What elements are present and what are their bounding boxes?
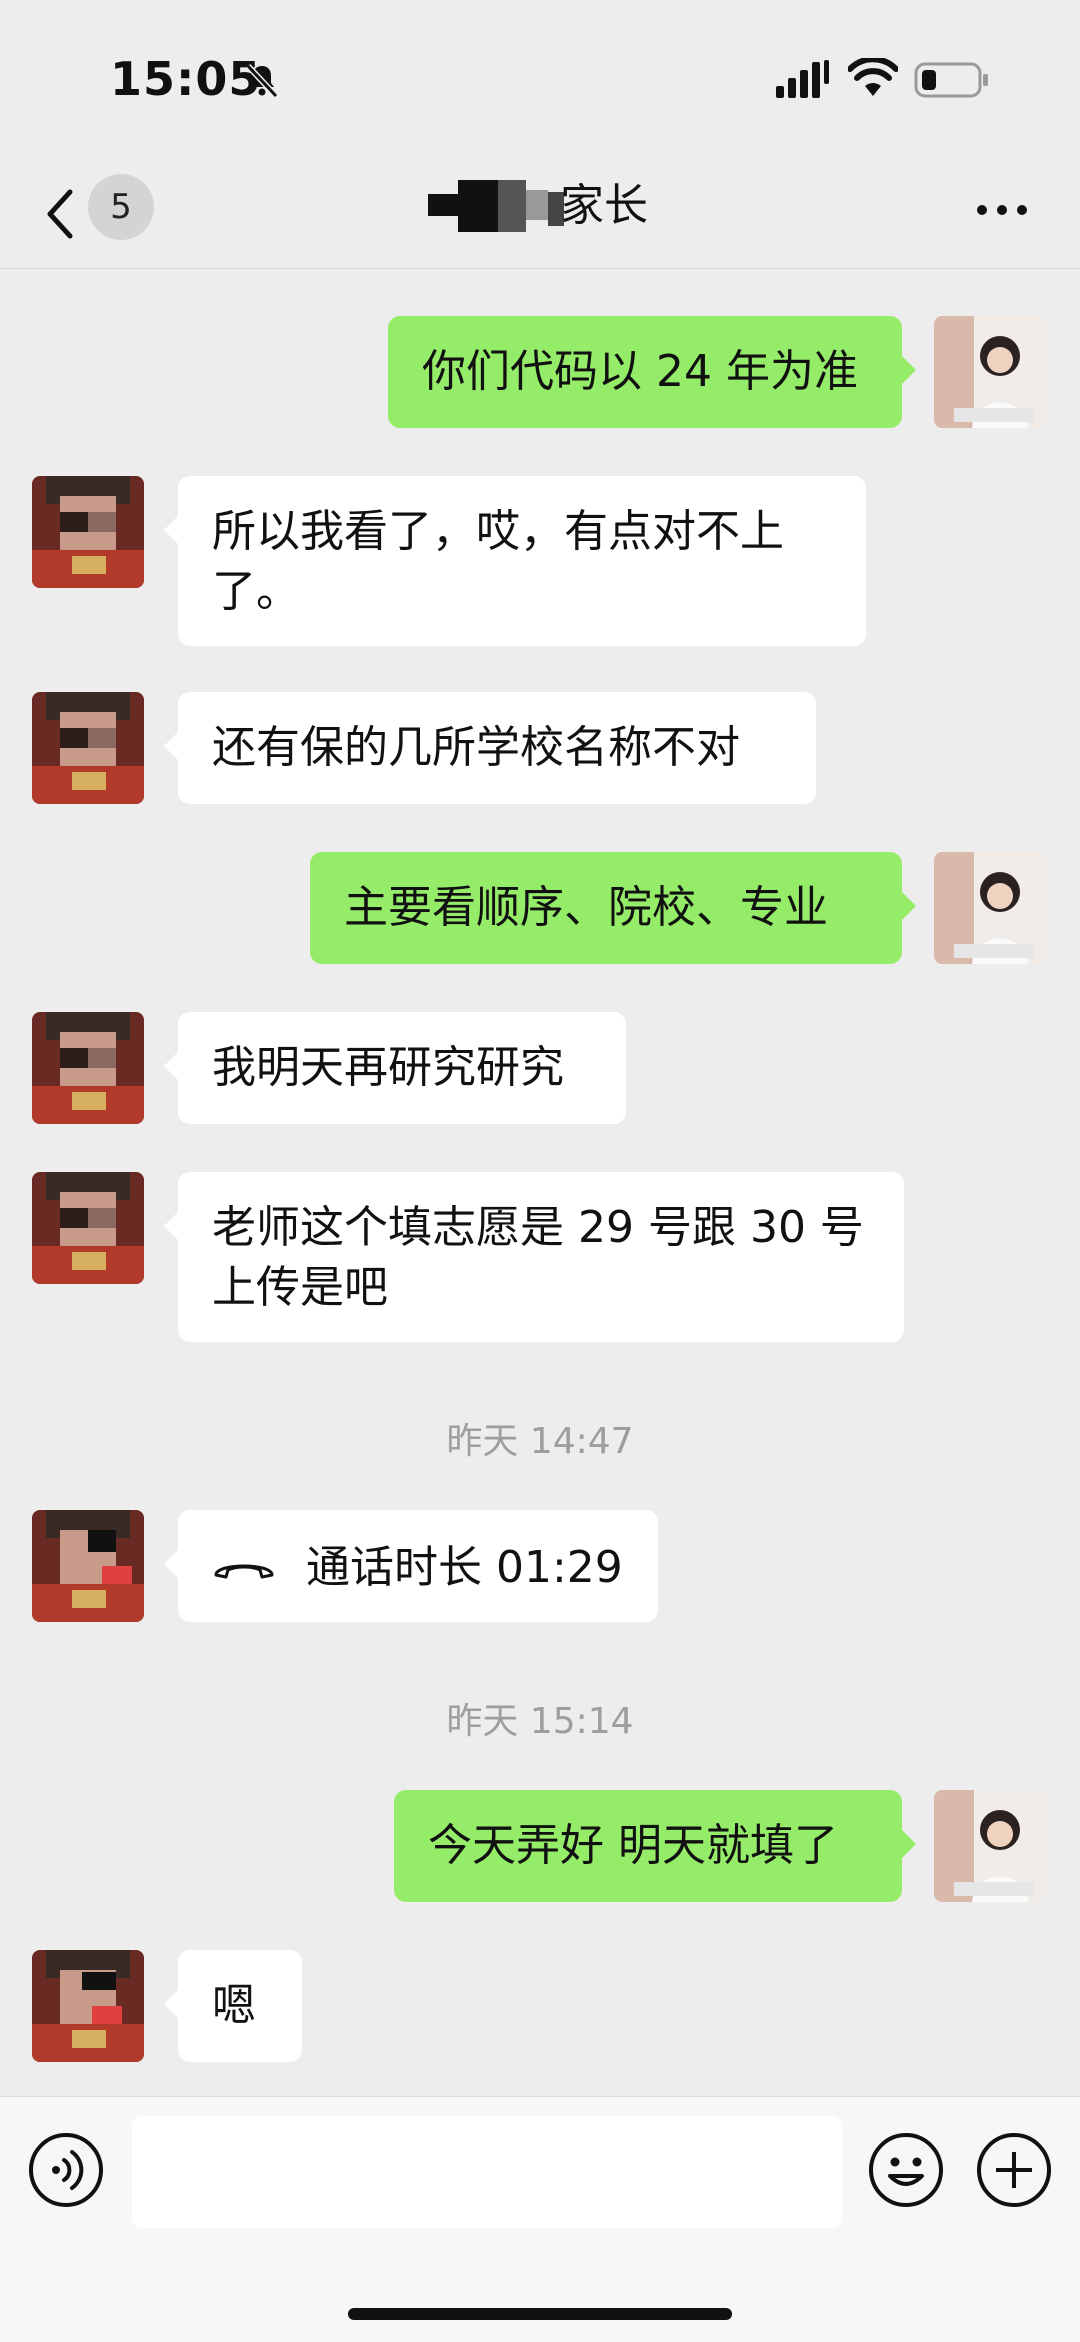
contact-avatar[interactable] <box>32 1510 144 1622</box>
more-options-icon[interactable] <box>976 204 1028 216</box>
wifi-icon <box>848 58 898 96</box>
unread-count-badge[interactable]: 5 <box>88 174 154 240</box>
contact-avatar[interactable] <box>32 1172 144 1284</box>
home-indicator[interactable] <box>348 2308 732 2320</box>
message-bubble-incoming[interactable]: 我明天再研究研究 <box>164 1012 626 1124</box>
message-bubble-incoming[interactable]: 嗯 <box>164 1950 302 2062</box>
my-avatar[interactable] <box>934 316 1046 428</box>
message-bubble-outgoing[interactable]: 你们代码以 24 年为准 <box>388 316 916 428</box>
my-avatar[interactable] <box>934 852 1046 964</box>
teacher-portrait-icon <box>934 316 1046 428</box>
pixelated-avatar-icon <box>32 1172 144 1284</box>
message-bubble-outgoing[interactable]: 今天弄好 明天就填了 <box>394 1790 916 1902</box>
pixelated-avatar-icon <box>32 692 144 804</box>
contact-avatar[interactable] <box>32 1950 144 2062</box>
message-bubble-incoming[interactable]: 老师这个填志愿是 29 号跟 30 号上传是吧 <box>164 1172 904 1342</box>
voice-icon[interactable] <box>28 2132 104 2208</box>
chat-title: 家长 <box>560 180 648 231</box>
teacher-portrait-icon <box>934 1790 1046 1902</box>
pixelated-avatar-icon <box>32 1950 144 2062</box>
message-text: 老师这个填志愿是 29 号跟 30 号上传是吧 <box>212 1202 864 1313</box>
plus-icon[interactable] <box>976 2132 1052 2208</box>
pixelated-avatar-icon <box>32 1510 144 1622</box>
call-duration-text: 通话时长 01:29 <box>306 1542 623 1593</box>
status-time: 15:05 <box>110 52 262 106</box>
message-text: 今天弄好 明天就填了 <box>428 1820 838 1871</box>
contact-avatar[interactable] <box>32 1012 144 1124</box>
battery-icon <box>914 62 988 98</box>
message-text: 还有保的几所学校名称不对 <box>212 722 740 773</box>
message-timestamp: 昨天 15:14 <box>446 1701 634 1742</box>
contact-avatar[interactable] <box>32 476 144 588</box>
message-timestamp: 昨天 14:47 <box>446 1421 634 1462</box>
muted-bell-icon <box>245 63 279 99</box>
message-text: 嗯 <box>212 1980 256 2031</box>
message-text: 主要看顺序、院校、专业 <box>344 882 828 933</box>
message-text: 所以我看了，哎，有点对不上了。 <box>212 506 784 617</box>
pixelated-avatar-icon <box>32 1012 144 1124</box>
pixelated-avatar-icon <box>32 476 144 588</box>
phone-handset-icon <box>214 1564 274 1579</box>
my-avatar[interactable] <box>934 1790 1046 1902</box>
back-chevron-icon[interactable] <box>44 184 74 244</box>
message-bubble-outgoing[interactable]: 主要看顺序、院校、专业 <box>310 852 916 964</box>
message-bubble-incoming[interactable]: 还有保的几所学校名称不对 <box>164 692 816 804</box>
contact-avatar[interactable] <box>32 692 144 804</box>
teacher-portrait-icon <box>934 852 1046 964</box>
message-bubble-incoming[interactable]: 所以我看了，哎，有点对不上了。 <box>164 476 866 646</box>
message-text: 我明天再研究研究 <box>212 1042 564 1093</box>
cellular-signal-icon <box>776 60 829 98</box>
message-input[interactable] <box>132 2116 842 2228</box>
status-bar: 15:05 <box>0 0 1080 160</box>
message-text: 你们代码以 24 年为准 <box>422 346 858 397</box>
call-record-bubble[interactable]: 通话时长 01:29 <box>164 1510 658 1622</box>
redacted-name-mosaic <box>428 180 564 232</box>
emoji-icon[interactable] <box>868 2132 944 2208</box>
